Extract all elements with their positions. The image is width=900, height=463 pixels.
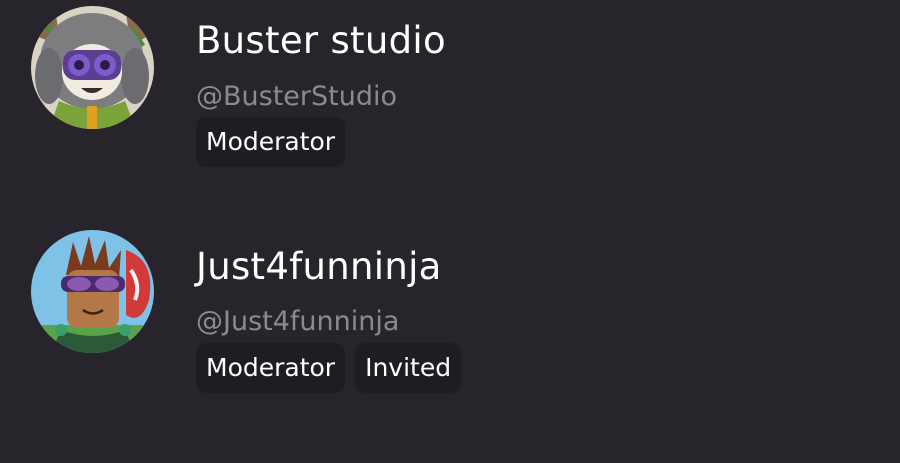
avatar-image — [31, 230, 154, 353]
member-handle: @BusterStudio — [196, 81, 397, 112]
member-handle: @Just4funninja — [196, 306, 400, 337]
avatar[interactable] — [31, 6, 154, 129]
role-badge-moderator: Moderator — [196, 343, 346, 393]
role-badge-invited: Invited — [355, 343, 462, 393]
member-display-name: Just4funninja — [196, 245, 442, 288]
member-row-buster-studio[interactable]: Buster studio @BusterStudio Moderator — [0, 0, 900, 190]
avatar[interactable] — [31, 230, 154, 353]
role-badges: Moderator Invited — [196, 343, 462, 393]
avatar-image — [31, 6, 154, 129]
role-badges: Moderator — [196, 117, 346, 167]
member-display-name: Buster studio — [196, 19, 446, 62]
member-row-just4funninja[interactable]: Just4funninja @Just4funninja Moderator I… — [0, 226, 900, 416]
role-badge-moderator: Moderator — [196, 117, 346, 167]
